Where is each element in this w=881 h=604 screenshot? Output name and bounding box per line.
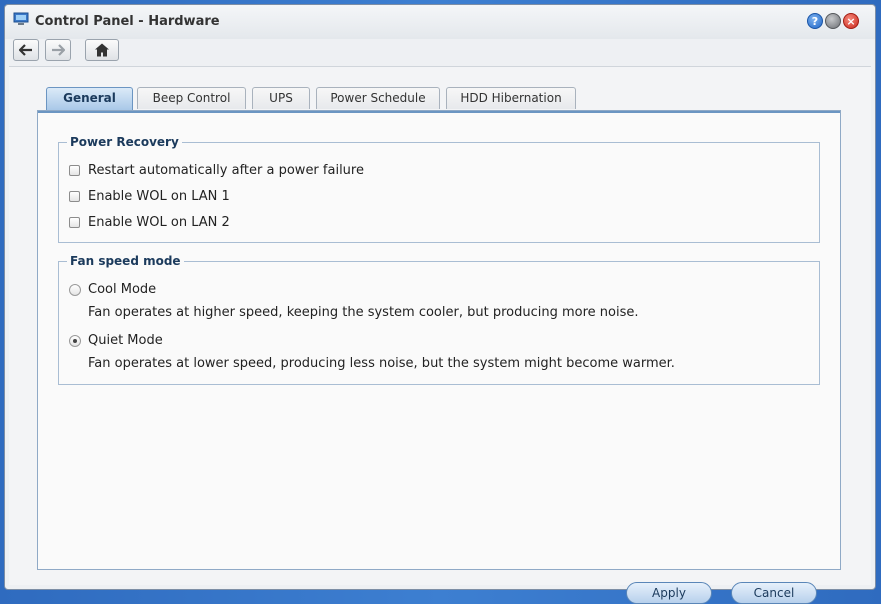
close-icon[interactable]: × [843, 13, 859, 29]
quiet-mode-description: Fan operates at lower speed, producing l… [88, 356, 675, 371]
apply-button[interactable]: Apply [626, 582, 712, 604]
home-icon [95, 43, 109, 57]
restart-label[interactable]: Restart automatically after a power fail… [88, 163, 364, 178]
hardware-monitor-icon [13, 12, 29, 25]
forward-button[interactable] [45, 39, 71, 61]
tab-power-schedule[interactable]: Power Schedule [316, 87, 440, 109]
tab-hdd-hibernation[interactable]: HDD Hibernation [446, 87, 576, 109]
minimize-icon[interactable] [825, 13, 841, 29]
fan-speed-legend: Fan speed mode [67, 254, 184, 268]
wol-lan2-label[interactable]: Enable WOL on LAN 2 [88, 215, 230, 230]
cool-mode-radio[interactable] [69, 284, 81, 296]
power-recovery-group: Power Recovery Restart automatically aft… [58, 135, 820, 243]
cool-mode-label[interactable]: Cool Mode [88, 282, 156, 297]
arrow-right-icon [52, 44, 65, 56]
wol-lan1-checkbox[interactable] [69, 191, 80, 202]
help-icon[interactable]: ? [807, 13, 823, 29]
arrow-left-icon [19, 44, 32, 56]
power-recovery-legend: Power Recovery [67, 135, 182, 149]
tab-ups[interactable]: UPS [252, 87, 310, 109]
window-title: Control Panel - Hardware [35, 14, 220, 29]
restart-checkbox[interactable] [69, 165, 80, 176]
tab-panel-border [38, 111, 840, 113]
tab-beep-control[interactable]: Beep Control [137, 87, 246, 109]
general-panel: Power Recovery Restart automatically aft… [37, 110, 841, 604]
quiet-mode-label[interactable]: Quiet Mode [88, 333, 163, 348]
content-area: General Beep Control UPS Power Schedule … [9, 67, 871, 604]
cancel-button[interactable]: Cancel [731, 582, 817, 604]
wol-lan2-checkbox[interactable] [69, 217, 80, 228]
quiet-mode-radio[interactable] [69, 335, 81, 347]
back-button[interactable] [13, 39, 39, 61]
cool-mode-description: Fan operates at higher speed, keeping th… [88, 305, 639, 320]
tab-general[interactable]: General [46, 87, 133, 110]
control-panel-window: Control Panel - Hardware ? × General Bee… [4, 4, 876, 604]
fan-speed-group: Fan speed mode Cool Mode Fan operates at… [58, 254, 820, 385]
title-bar[interactable]: Control Panel - Hardware ? × [5, 5, 875, 39]
wol-lan1-label[interactable]: Enable WOL on LAN 1 [88, 189, 230, 204]
home-button[interactable] [85, 39, 119, 61]
